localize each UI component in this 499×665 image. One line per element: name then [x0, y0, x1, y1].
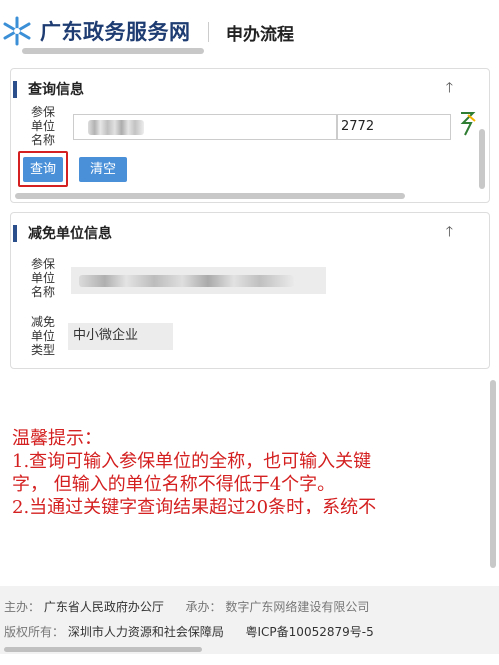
notice-text: 温馨提示： 1.查询可输入参保单位的全称，也可输入关键 字， 但输入的单位名称不…	[12, 427, 482, 514]
reduction-unit-type-value: 中小微企业	[68, 323, 173, 350]
insured-unit-name-label: 参保 单位 名称	[31, 257, 56, 299]
blurred-unit-name	[88, 120, 144, 135]
blurred-unit-name	[79, 275, 294, 287]
edit-icon[interactable]	[459, 111, 477, 137]
unit-name-label: 参保 单位 名称	[31, 105, 56, 147]
notice-heading: 温馨提示：	[12, 428, 102, 449]
footer: 主办： 广东省人民政府办公厅 承办： 数字广东网络建设有限公司 版权所有： 深圳…	[0, 586, 499, 654]
operator-label: 承办：	[185, 600, 222, 614]
notice-line: 1.查询可输入参保单位的全称，也可输入关键	[12, 451, 372, 472]
footer-host-row: 主办： 广东省人民政府办公厅 承办： 数字广东网络建设有限公司	[4, 598, 369, 615]
unit-name-input[interactable]	[73, 114, 337, 140]
query-button[interactable]: 查询	[23, 157, 63, 182]
card-accent-bar	[13, 81, 17, 98]
card-vertical-scrollbar[interactable]	[479, 129, 485, 189]
header-divider	[208, 22, 209, 42]
logo-icon	[3, 16, 31, 46]
query-card-title: 查询信息	[28, 82, 84, 98]
arrow-up-icon[interactable]: 🡑	[446, 77, 453, 101]
footer-copyright-row: 版权所有： 深圳市人力资源和社会保障局 粤ICP备10052879号-5	[4, 623, 374, 640]
card-accent-bar	[13, 225, 17, 242]
result-card: 减免单位信息 🡑 参保 单位 名称 减免 单位 类型 中小微企业	[10, 212, 490, 369]
reduction-unit-type-label: 减免 单位 类型	[31, 315, 56, 357]
icp-number[interactable]: 粤ICP备10052879号-5	[246, 625, 374, 639]
operator-value: 数字广东网络建设有限公司	[225, 600, 370, 614]
notice-line: 2.当通过关键字查询结果超过20条时，系统不	[12, 497, 377, 514]
page-vertical-scrollbar[interactable]	[490, 380, 496, 568]
host-label: 主办：	[4, 600, 41, 614]
site-title[interactable]: 广东政务服务网	[40, 16, 191, 46]
copyright-label: 版权所有：	[4, 625, 65, 639]
arrow-up-icon[interactable]: 🡑	[446, 221, 453, 245]
unit-code-input[interactable]: 2772	[337, 114, 451, 140]
copyright-value: 深圳市人力资源和社会保障局	[67, 625, 224, 639]
host-value: 广东省人民政府办公厅	[43, 600, 164, 614]
footer-scrollbar[interactable]	[4, 647, 202, 652]
insured-unit-name-value	[71, 267, 326, 294]
clear-button[interactable]: 清空	[79, 157, 127, 182]
card-horizontal-scrollbar[interactable]	[15, 193, 405, 199]
result-card-title: 减免单位信息	[28, 226, 112, 242]
query-card: 查询信息 🡑 参保 单位 名称 2772 查询 清空	[10, 68, 490, 203]
top-scrollbar[interactable]	[22, 48, 204, 54]
page-title: 申办流程	[226, 25, 294, 45]
notice-line: 字， 但输入的单位名称不得低于4个字。	[12, 474, 336, 495]
header: 广东政务服务网 申办流程	[0, 0, 499, 60]
